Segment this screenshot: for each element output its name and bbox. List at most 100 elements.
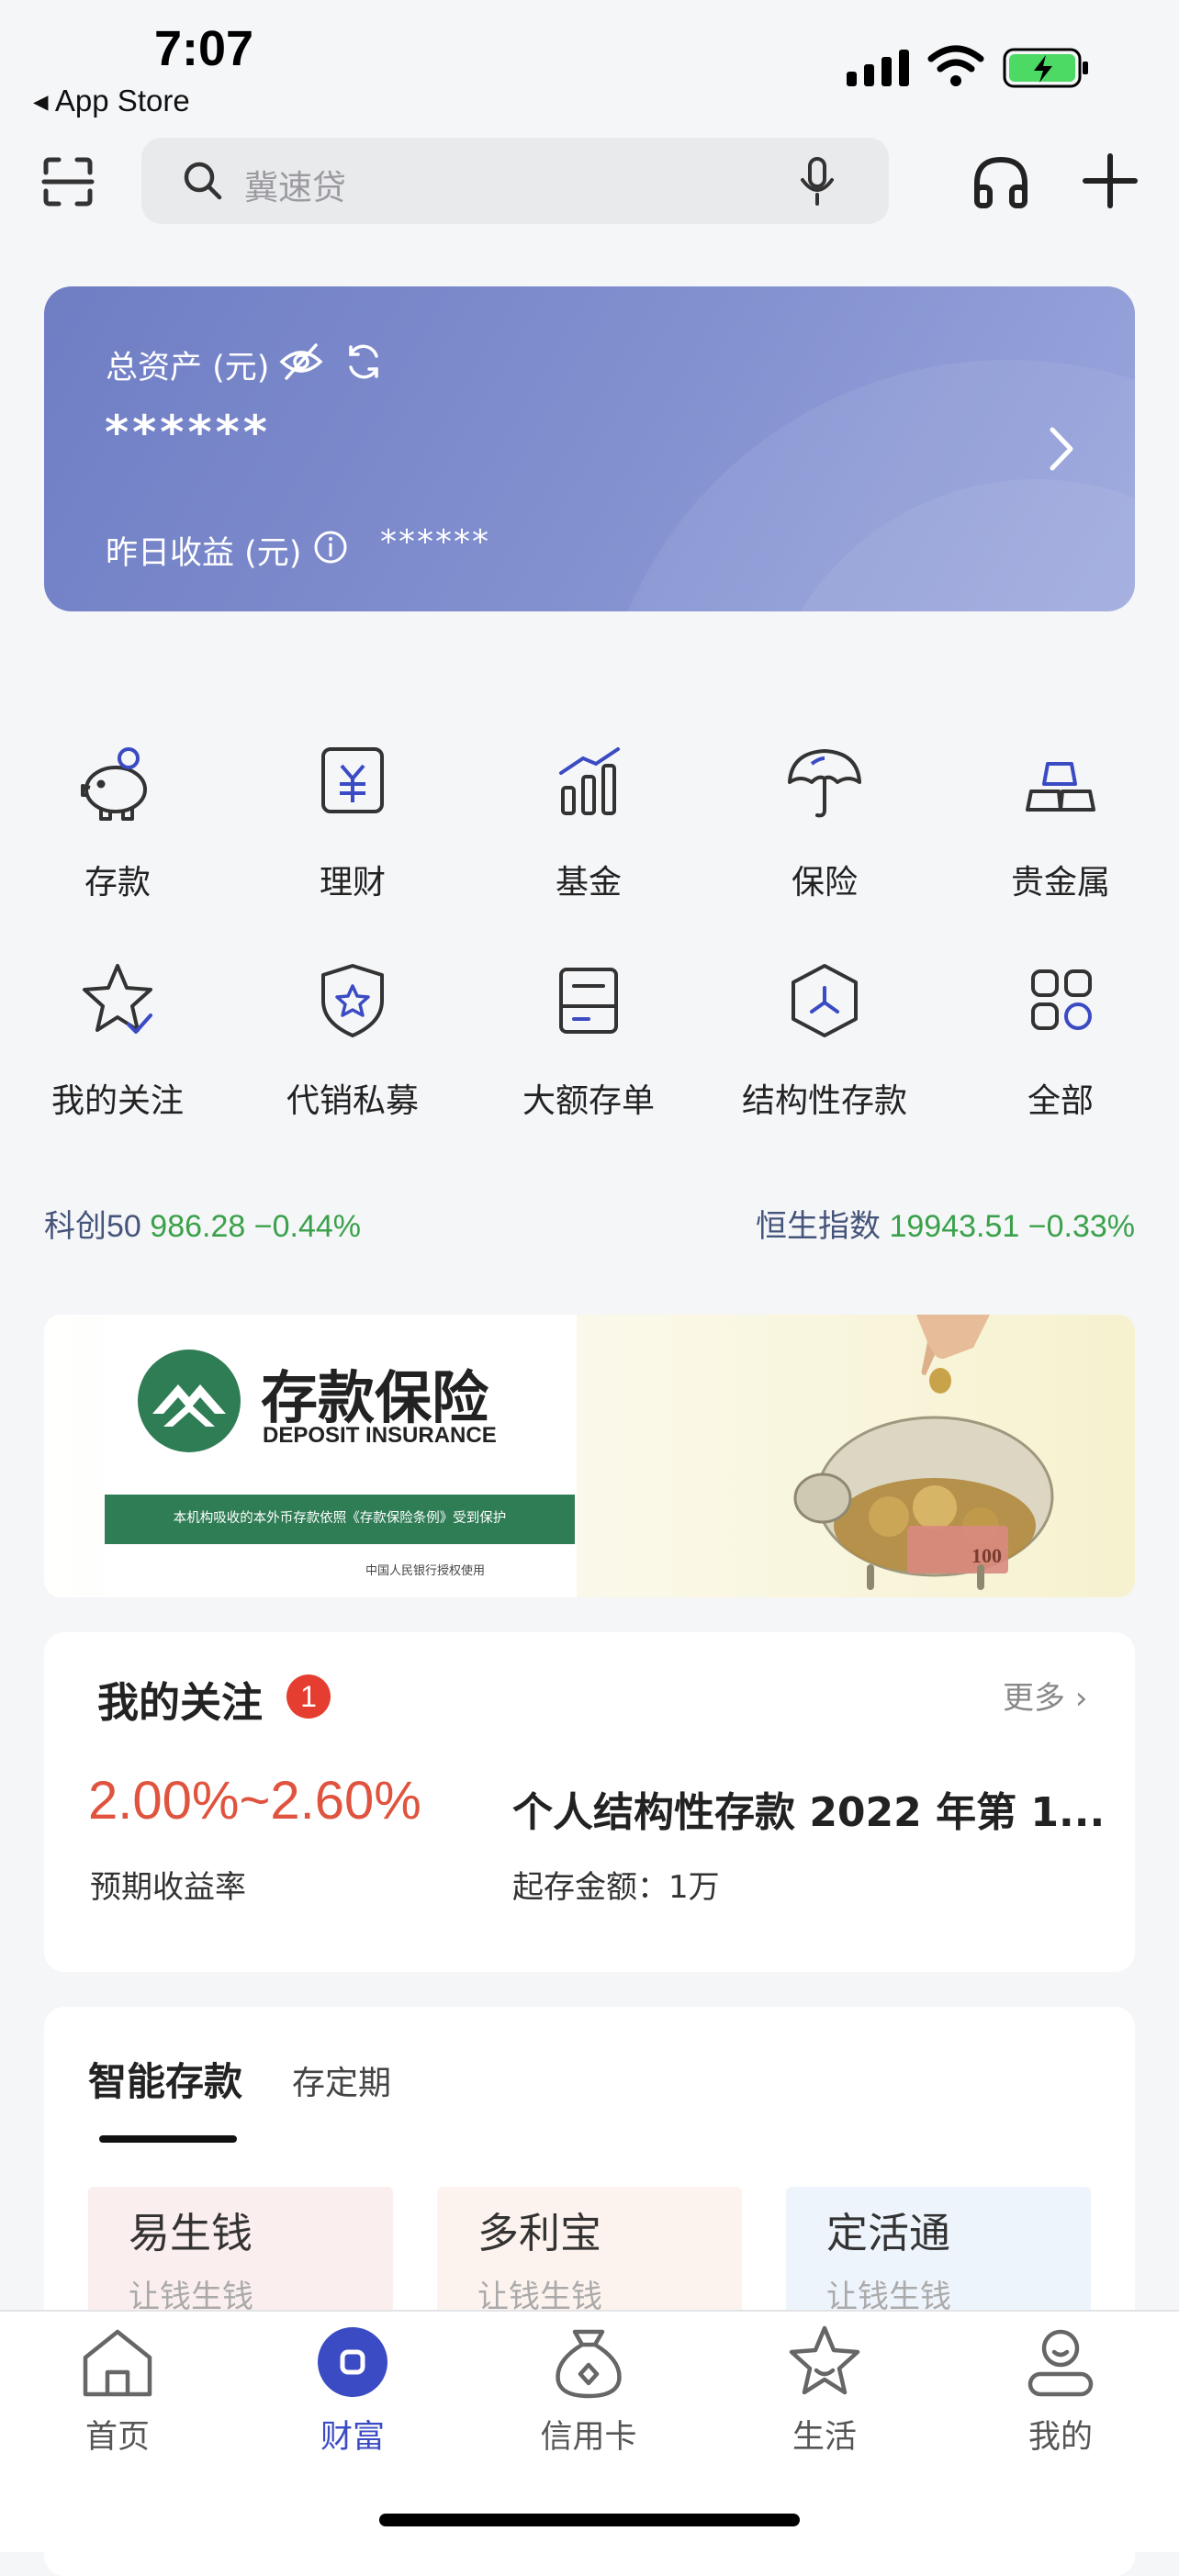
- signal-icon: [847, 48, 911, 88]
- profile-icon: [1019, 2321, 1102, 2403]
- tab-home[interactable]: 首页: [26, 2321, 209, 2458]
- refresh-icon[interactable]: [343, 342, 384, 382]
- product-name: 易生钱: [129, 2209, 253, 2257]
- back-label: App Store: [54, 84, 190, 118]
- search-icon: [182, 160, 224, 202]
- grid-item-deposit[interactable]: 存款: [26, 736, 209, 903]
- home-icon: [76, 2321, 159, 2403]
- index-name: 恒生指数: [756, 1209, 881, 1244]
- status-time: 7:07: [154, 21, 254, 76]
- search-bar[interactable]: 冀速贷: [141, 138, 889, 224]
- banner-subtitle: DEPOSIT INSURANCE: [263, 1423, 497, 1448]
- tab-life[interactable]: 生活: [733, 2321, 916, 2458]
- index-ticker-hangseng[interactable]: 恒生指数 19943.51 −0.33%: [756, 1201, 1135, 1246]
- total-assets-label: 总资产 (元): [106, 350, 270, 386]
- more-link[interactable]: 更多 ›: [1003, 1673, 1087, 1718]
- wifi-icon: [927, 44, 984, 88]
- tab-label: 首页: [84, 2419, 150, 2456]
- my-follow-card: 我的关注 1 更多 › 2.00%~2.60% 预期收益率 个人结构性存款 20…: [44, 1632, 1135, 1972]
- grid-label: 存款: [84, 864, 151, 902]
- tab-wealth[interactable]: 财富: [261, 2321, 444, 2458]
- follow-product-row[interactable]: 2.00%~2.60% 预期收益率 个人结构性存款 2022 年第 1... 起…: [44, 1770, 1135, 1954]
- total-assets-card[interactable]: 总资产 (元) ****** 昨日收益 (元) ******: [44, 286, 1135, 611]
- microphone-icon[interactable]: [799, 156, 836, 207]
- bar-chart-icon: [543, 736, 634, 828]
- info-icon[interactable]: [312, 529, 349, 566]
- grid-label: 全部: [1027, 1082, 1094, 1120]
- tab-label: 我的: [1027, 2419, 1093, 2456]
- star-icon: [783, 2321, 866, 2403]
- tab-fixed-deposit[interactable]: 存定期: [292, 2056, 391, 2104]
- active-tab-indicator: [99, 2135, 237, 2143]
- tab-label: 信用卡: [540, 2419, 637, 2456]
- grid-item-my-follow[interactable]: 我的关注: [26, 955, 209, 1122]
- shield-star-icon: [307, 955, 399, 1047]
- more-label: 更多: [1003, 1680, 1065, 1717]
- wealth-icon: [311, 2321, 394, 2403]
- tab-profile[interactable]: 我的: [969, 2321, 1152, 2458]
- yesterday-earnings-value: ******: [380, 523, 490, 561]
- grid-label: 我的关注: [51, 1082, 184, 1120]
- back-to-app-store[interactable]: ◂ App Store: [33, 83, 190, 118]
- follow-badge: 1: [286, 1674, 331, 1719]
- grid-item-structured-deposit[interactable]: 结构性存款: [733, 955, 916, 1122]
- index-value: 986.28: [150, 1209, 246, 1244]
- grid-item-private-fund[interactable]: 代销私募: [261, 955, 444, 1122]
- expected-rate-label: 预期收益率: [90, 1869, 246, 1906]
- product-name: 定活通: [826, 2209, 951, 2257]
- banner-title: 存款保险: [261, 1364, 489, 1431]
- grid-label: 理财: [319, 864, 386, 902]
- deposit-insurance-banner[interactable]: 存款保险 DEPOSIT INSURANCE 本机构吸收的本外币存款依照《存款保…: [44, 1315, 1135, 1597]
- search-input[interactable]: 冀速贷: [244, 160, 346, 209]
- product-name: 多利宝: [477, 2209, 602, 2257]
- umbrella-icon: [779, 736, 870, 828]
- piggy-bank-image: [779, 1388, 1072, 1590]
- star-check-icon: [72, 955, 163, 1047]
- four-squares-icon: [1015, 955, 1106, 1047]
- grid-label: 贵金属: [1010, 864, 1110, 902]
- follow-title: 我的关注: [97, 1678, 264, 1727]
- tab-smart-deposit[interactable]: 智能存款: [88, 2051, 242, 2107]
- certificate-icon: [543, 955, 634, 1047]
- scan-icon[interactable]: [40, 154, 95, 209]
- grid-label: 保险: [791, 864, 858, 902]
- grid-label: 大额存单: [522, 1082, 655, 1120]
- gold-bars-icon: [1015, 736, 1106, 828]
- index-value: 19943.51: [889, 1209, 1020, 1244]
- piggy-bank-icon: [72, 736, 163, 828]
- min-amount: 起存金额：1万: [512, 1869, 720, 1906]
- grid-item-insurance[interactable]: 保险: [733, 736, 916, 903]
- grid-item-all[interactable]: 全部: [969, 955, 1152, 1122]
- total-assets-value: ******: [105, 406, 271, 459]
- index-name: 科创50: [44, 1209, 141, 1244]
- grid-label: 结构性存款: [741, 1082, 907, 1120]
- grid-item-fund[interactable]: 基金: [497, 736, 680, 903]
- banknote-value: 100: [971, 1544, 1002, 1567]
- yuan-card-icon: [307, 736, 399, 828]
- add-icon[interactable]: [1082, 152, 1139, 209]
- grid-item-precious-metal[interactable]: 贵金属: [969, 736, 1152, 903]
- chevron-right-icon[interactable]: [1045, 424, 1078, 474]
- customer-service-icon[interactable]: [971, 152, 1030, 211]
- tab-label: 财富: [320, 2419, 385, 2456]
- grid-item-wealth[interactable]: 理财: [261, 736, 444, 903]
- expected-rate: 2.00%~2.60%: [88, 1771, 421, 1831]
- hexagon-icon: [779, 955, 870, 1047]
- credit-bag-icon: [547, 2321, 630, 2403]
- tab-credit-card[interactable]: 信用卡: [497, 2321, 680, 2458]
- index-change: −0.44%: [253, 1209, 361, 1244]
- banner-note: 本机构吸收的本外币存款依照《存款保险条例》受到保护: [173, 1511, 507, 1526]
- yesterday-earnings-label: 昨日收益 (元): [106, 535, 302, 572]
- battery-icon: [1003, 46, 1091, 90]
- banner-footer: 中国人民银行授权使用: [365, 1564, 486, 1578]
- hide-eye-icon[interactable]: [279, 342, 323, 382]
- home-indicator[interactable]: [379, 2514, 800, 2526]
- tab-label: 生活: [792, 2419, 857, 2456]
- grid-item-large-deposit[interactable]: 大额存单: [497, 955, 680, 1122]
- grid-label: 基金: [555, 864, 622, 902]
- grid-label: 代销私募: [286, 1082, 419, 1120]
- index-ticker-star50[interactable]: 科创50 986.28 −0.44%: [44, 1201, 361, 1246]
- product-name: 个人结构性存款 2022 年第 1...: [512, 1789, 1106, 1836]
- index-change: −0.33%: [1027, 1209, 1135, 1244]
- chevron-right-icon: ›: [1065, 1680, 1088, 1717]
